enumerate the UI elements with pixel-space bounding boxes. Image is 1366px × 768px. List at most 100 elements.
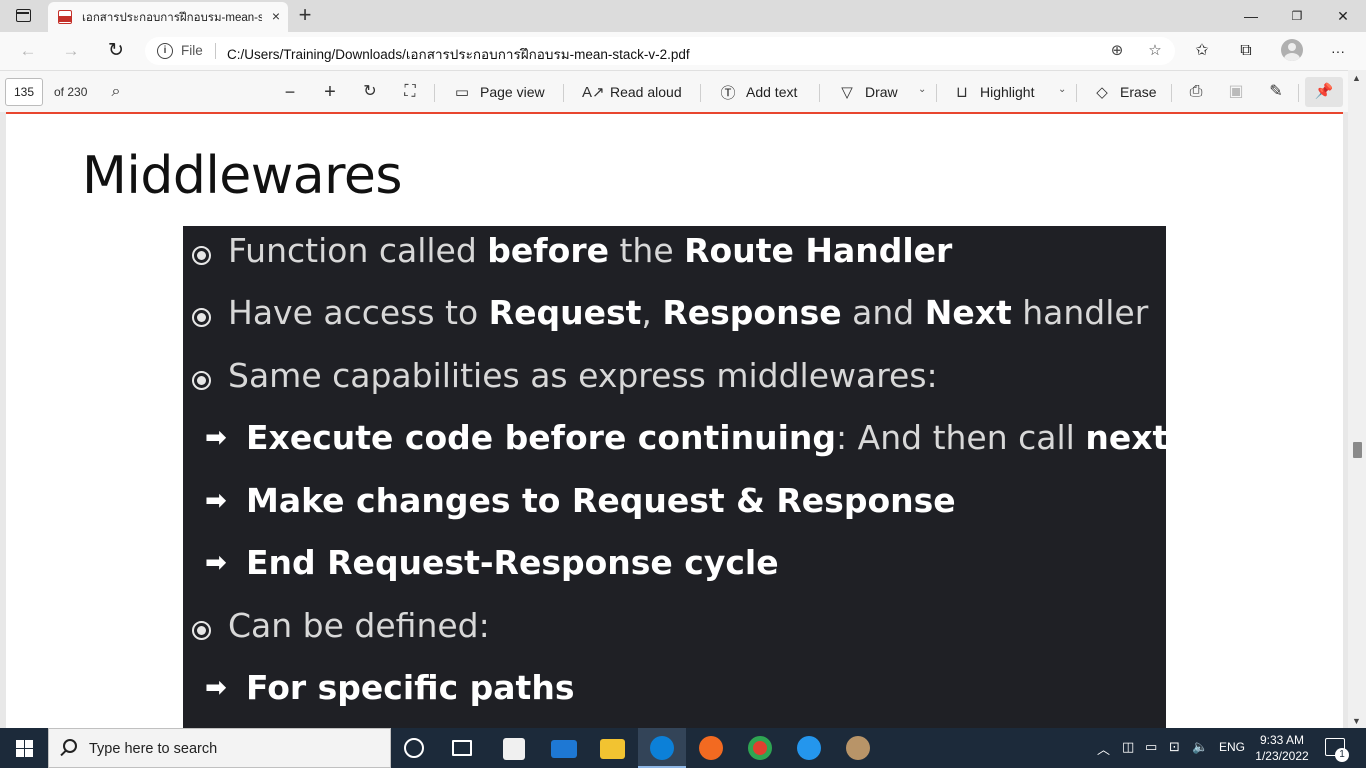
restore-button[interactable]: ❐ [1274,0,1320,32]
arrow-icon: ➡ [205,672,227,702]
highlight-icon: ⊔ [956,84,968,101]
tab-strip: เอกสารประกอบการฝึกอบรม-mean-stack-v-2.pd… [0,0,1366,32]
bullet-icon [192,621,211,640]
search-icon [63,739,77,753]
chevron-up-icon[interactable]: ︿ [1097,739,1110,758]
erase-label: Erase [1120,84,1157,100]
chevron-down-icon[interactable]: ⌄ [918,84,926,95]
divider [936,84,937,102]
bullet-icon [192,308,211,327]
firefox-icon[interactable] [699,736,723,760]
scroll-thumb[interactable] [1353,442,1362,458]
eraser-icon: ◇ [1096,84,1108,101]
back-button[interactable]: ← [16,39,40,63]
slide-line: Make changes to Request & Response [246,481,956,520]
slide-line: Can be defined: [228,606,490,645]
draw-button[interactable]: ▽ Draw [837,79,898,105]
paint-icon[interactable] [846,736,870,760]
zoom-icon[interactable]: ⊕ [1107,41,1127,61]
clock-date[interactable]: 1/23/2022 [1250,749,1314,763]
search-placeholder: Type here to search [89,741,218,757]
slide-line: For specific paths [246,668,575,707]
erase-button[interactable]: ◇ Erase [1092,79,1157,105]
volume-icon[interactable]: 🔈 [1192,739,1208,755]
divider [563,84,564,102]
zoom-in-button[interactable]: + [320,82,340,102]
favorites-icon[interactable]: ✩ [1190,39,1214,63]
close-window-button[interactable]: ✕ [1320,0,1366,32]
forward-button[interactable]: → [59,39,83,63]
add-text-icon: Ⓣ [720,84,736,102]
search-icon[interactable]: ⌕ [106,82,126,102]
highlight-button[interactable]: ⊔ Highlight [952,79,1034,105]
scroll-up-icon[interactable]: ▲ [1352,73,1361,83]
task-view-icon[interactable] [452,740,472,756]
language-indicator[interactable]: ENG [1219,740,1245,754]
divider [819,84,820,102]
battery-icon[interactable]: ▭ [1145,739,1157,755]
add-favorite-icon[interactable]: ☆ [1145,41,1165,61]
collections-icon[interactable]: ⧉ [1234,39,1258,63]
save-icon[interactable]: ▣ [1226,82,1246,102]
navigation-bar: ← → ↻ i File C:/Users/Training/Downloads… [0,32,1366,70]
store-icon[interactable] [503,738,525,760]
network-icon[interactable]: ⊡ [1169,739,1180,755]
taskbar-search-box[interactable]: Type here to search [48,728,391,768]
divider [1298,84,1299,102]
start-button[interactable] [0,728,48,768]
bullet-icon [192,371,211,390]
new-tab-button[interactable]: + [294,3,316,27]
add-text-button[interactable]: Ⓣ Add text [718,79,797,105]
read-aloud-button[interactable]: A↗ Read aloud [582,79,682,105]
read-aloud-icon: A↗ [582,84,605,101]
clock-time[interactable]: 9:33 AM [1254,733,1310,747]
docker-icon[interactable] [797,736,821,760]
file-explorer-icon[interactable] [600,739,625,759]
draw-label: Draw [865,84,898,100]
edge-icon[interactable] [650,736,674,760]
page-view-label: Page view [480,84,545,100]
vertical-scrollbar[interactable]: ▲ ▼ [1348,70,1366,728]
more-menu-button[interactable]: ··· [1326,39,1350,63]
slide-line: End Request-Response cycle [246,543,779,582]
tab-title: เอกสารประกอบการฝึกอบรม-mean-stack-v-2.pd… [82,12,262,24]
bullet-icon [192,246,211,265]
arrow-icon: ➡ [205,422,227,452]
scroll-down-icon[interactable]: ▼ [1352,716,1361,726]
refresh-button[interactable]: ↻ [104,39,128,63]
slide-image: Function called before the Route Handler… [183,226,1166,728]
file-label: File [181,43,203,58]
chrome-icon[interactable] [748,736,772,760]
profile-avatar[interactable] [1281,39,1303,61]
camera-icon[interactable]: ◫ [1122,739,1134,755]
divider [215,43,216,59]
save-as-icon[interactable]: ✎ [1266,82,1286,102]
pdf-file-icon [58,10,72,24]
page-view-icon: ▭ [454,84,470,101]
arrow-icon: ➡ [205,485,227,515]
chevron-down-icon[interactable]: ⌄ [1058,84,1066,95]
fit-page-icon[interactable]: ⛶ [400,82,420,102]
print-icon[interactable]: ⎙ [1186,82,1206,102]
pin-toolbar-icon[interactable]: 📌 [1305,77,1343,107]
rotate-icon[interactable]: ↻ [360,82,380,102]
page-view-button[interactable]: ▭ Page view [452,79,545,105]
url-text[interactable]: C:/Users/Training/Downloads/เอกสารประกอบ… [227,43,690,65]
divider [1076,84,1077,102]
pdf-viewer[interactable]: Middlewares Function called before the R… [0,112,1366,728]
mail-icon[interactable] [551,740,577,758]
tab-close-icon[interactable]: × [268,7,284,25]
info-icon[interactable]: i [157,43,173,59]
tab-active[interactable]: เอกสารประกอบการฝึกอบรม-mean-stack-v-2.pd… [48,2,288,32]
tab-actions-icon[interactable] [16,9,31,22]
slide-line: Execute code before continuing: And then… [246,418,1166,457]
page-number-input[interactable]: 135 [5,78,43,106]
address-bar[interactable]: i File C:/Users/Training/Downloads/เอกสา… [145,37,1175,65]
slide-line: Have access to Request, Response and Nex… [228,293,1149,332]
zoom-out-button[interactable]: − [280,82,300,102]
highlight-label: Highlight [980,84,1035,100]
minimize-button[interactable]: — [1228,0,1274,32]
cortana-icon[interactable] [404,738,424,758]
taskbar: Type here to search ︿ ◫ ▭ ⊡ 🔈 ENG 9:33 A… [0,728,1366,768]
read-aloud-label: Read aloud [610,84,682,100]
